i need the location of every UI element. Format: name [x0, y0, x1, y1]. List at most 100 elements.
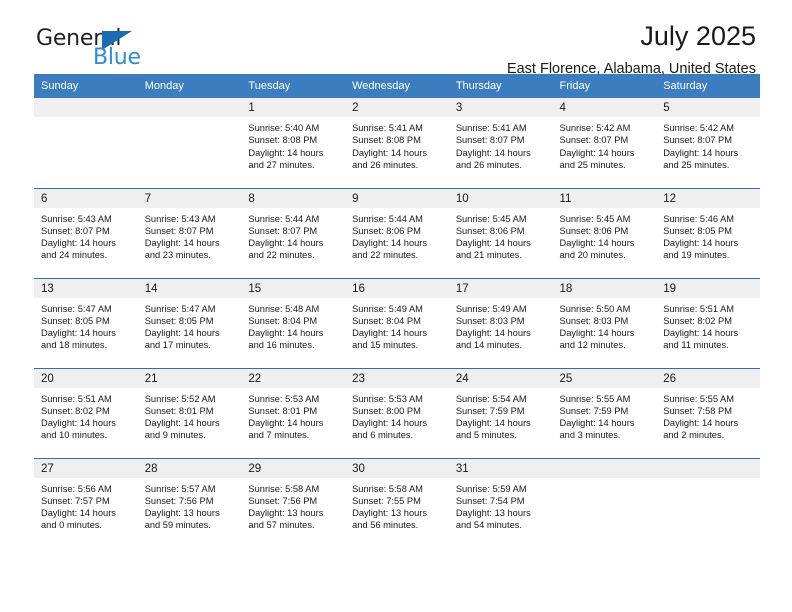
calendar-day-cell[interactable]: 15 Sunrise: 5:48 AM Sunset: 8:04 PM Dayligh… — [241, 277, 346, 368]
calendar-day-cell[interactable]: 6 Sunrise: 5:43 AM Sunset: 8:07 PM Daylight… — [34, 187, 138, 278]
daylight-line-2: and 10 minutes. — [41, 430, 108, 441]
daylight-line-1: Daylight: 14 hours — [559, 328, 635, 339]
calendar-day-cell[interactable]: 18 Sunrise: 5:50 AM Sunset: 8:03 PM Dayligh… — [552, 277, 657, 368]
sunrise-time: Sunrise: 5:43 AM — [144, 213, 216, 224]
sunrise-time: Sunrise: 5:49 AM — [352, 303, 423, 314]
day-number: 22 — [241, 368, 346, 388]
brand-logo[interactable]: General Blue — [36, 26, 236, 72]
calendar-day-cell[interactable]: 3 Sunrise: 5:41 AM Sunset: 8:07 PM Daylight… — [448, 98, 553, 188]
sunset-time: Sunset: 8:00 PM — [352, 405, 421, 416]
sunrise-time: Sunrise: 5:59 AM — [455, 483, 527, 494]
daylight-line-2: and 2 minutes. — [663, 430, 725, 441]
day-details: Sunrise: 5:46 AM Sunset: 8:05 PM Daylight:… — [656, 208, 760, 262]
day-number: 9 — [345, 188, 449, 208]
calendar-day-cell[interactable]: 24 Sunrise: 5:54 AM Sunset: 7:59 PM Dayligh… — [448, 367, 553, 458]
calendar-day-cell[interactable]: 26 Sunrise: 5:55 AM Sunset: 7:58 PM Dayligh… — [656, 367, 760, 458]
day-number: 21 — [137, 368, 242, 388]
sunrise-time: Sunrise: 5:51 AM — [41, 393, 112, 404]
weekday-header-tuesday: Tuesday — [241, 74, 346, 98]
sunrise-time: Sunrise: 5:46 AM — [663, 213, 735, 224]
daylight-line-1: Daylight: 14 hours — [41, 418, 116, 429]
sunrise-time: Sunrise: 5:57 AM — [144, 483, 216, 494]
daylight-line-1: Daylight: 14 hours — [663, 147, 739, 158]
calendar-day-cell[interactable]: 17 Sunrise: 5:49 AM Sunset: 8:03 PM Dayligh… — [448, 277, 553, 368]
sunrise-time: Sunrise: 5:50 AM — [559, 303, 631, 314]
daylight-line-1: Daylight: 14 hours — [41, 328, 116, 339]
calendar-day-cell[interactable]: 5 Sunrise: 5:42 AM Sunset: 8:07 PM Daylight… — [656, 98, 760, 188]
calendar-day-cell-empty — [552, 457, 657, 548]
sunset-time: Sunset: 8:03 PM — [559, 315, 629, 326]
calendar-day-cell[interactable]: 21 Sunrise: 5:52 AM Sunset: 8:01 PM Dayligh… — [137, 367, 242, 458]
day-number: 30 — [345, 458, 449, 478]
calendar-day-cell[interactable]: 23 Sunrise: 5:53 AM Sunset: 8:00 PM Dayligh… — [345, 367, 449, 458]
day-details: Sunrise: 5:45 AM Sunset: 8:06 PM Daylight:… — [449, 208, 553, 262]
daylight-line-2: and 3 minutes. — [559, 430, 621, 441]
sunset-time: Sunset: 7:57 PM — [41, 495, 110, 506]
calendar-day-cell[interactable]: 14 Sunrise: 5:47 AM Sunset: 8:05 PM Dayligh… — [137, 277, 242, 368]
daylight-line-2: and 19 minutes. — [663, 250, 730, 261]
calendar-day-cell[interactable]: 12 Sunrise: 5:46 AM Sunset: 8:05 PM Dayligh… — [656, 187, 760, 278]
calendar-day-cell[interactable]: 31 Sunrise: 5:59 AM Sunset: 7:54 PM Dayligh… — [448, 457, 553, 548]
calendar-day-cell[interactable]: 16 Sunrise: 5:49 AM Sunset: 8:04 PM Dayligh… — [345, 277, 449, 368]
calendar-day-cell[interactable]: 13 Sunrise: 5:47 AM Sunset: 8:05 PM Dayligh… — [34, 277, 138, 368]
daylight-line-1: Daylight: 14 hours — [455, 418, 531, 429]
weekday-header-monday: Monday — [137, 74, 242, 98]
day-details: Sunrise: 5:57 AM Sunset: 7:56 PM Daylight:… — [138, 478, 242, 532]
day-number: 18 — [552, 278, 657, 298]
day-details: Sunrise: 5:54 AM Sunset: 7:59 PM Daylight:… — [449, 388, 553, 442]
daylight-line-2: and 12 minutes. — [559, 340, 626, 351]
day-number: 16 — [345, 278, 449, 298]
daylight-line-2: and 11 minutes. — [663, 340, 729, 351]
sunrise-time: Sunrise: 5:44 AM — [248, 213, 320, 224]
calendar-day-cell[interactable]: 2 Sunrise: 5:41 AM Sunset: 8:08 PM Daylight… — [345, 98, 449, 188]
day-details: Sunrise: 5:43 AM Sunset: 8:07 PM Daylight:… — [138, 208, 242, 262]
daylight-line-2: and 26 minutes. — [455, 159, 522, 170]
day-number: 13 — [34, 278, 138, 298]
sunrise-time: Sunrise: 5:44 AM — [352, 213, 423, 224]
calendar-day-cell[interactable]: 1 Sunrise: 5:40 AM Sunset: 8:08 PM Daylight… — [241, 98, 346, 188]
calendar-day-cell[interactable]: 8 Sunrise: 5:44 AM Sunset: 8:07 PM Daylight… — [241, 187, 346, 278]
calendar-day-cell[interactable]: 10 Sunrise: 5:45 AM Sunset: 8:06 PM Dayligh… — [448, 187, 553, 278]
daylight-line-2: and 24 minutes. — [41, 250, 108, 261]
calendar-header-row: Sunday Monday Tuesday Wednesday Thursday Frid… — [34, 74, 760, 98]
daylight-line-2: and 0 minutes. — [41, 520, 102, 531]
daylight-line-1: Daylight: 14 hours — [41, 238, 116, 249]
daylight-line-2: and 20 minutes. — [559, 250, 626, 261]
calendar-day-cell-empty — [34, 98, 138, 188]
calendar-day-cell[interactable]: 7 Sunrise: 5:43 AM Sunset: 8:07 PM Daylight… — [137, 187, 242, 278]
brand-name-blue: Blue — [93, 45, 141, 70]
calendar-day-cell[interactable]: 25 Sunrise: 5:55 AM Sunset: 7:59 PM Dayligh… — [552, 367, 657, 458]
calendar-day-cell[interactable]: 11 Sunrise: 5:45 AM Sunset: 8:06 PM Dayligh… — [552, 187, 657, 278]
calendar-day-cell[interactable]: 9 Sunrise: 5:44 AM Sunset: 8:06 PM Daylight… — [345, 187, 449, 278]
daylight-line-1: Daylight: 14 hours — [455, 147, 531, 158]
calendar-day-cell[interactable]: 30 Sunrise: 5:58 AM Sunset: 7:55 PM Dayligh… — [345, 457, 449, 548]
day-number — [656, 458, 760, 478]
sunrise-time: Sunrise: 5:53 AM — [352, 393, 423, 404]
weekday-header-wednesday: Wednesday — [345, 74, 449, 98]
day-details: Sunrise: 5:44 AM Sunset: 8:07 PM Daylight:… — [241, 208, 345, 262]
daylight-line-2: and 5 minutes. — [455, 430, 517, 441]
sunrise-time: Sunrise: 5:52 AM — [144, 393, 216, 404]
day-number: 14 — [137, 278, 242, 298]
sunset-time: Sunset: 8:07 PM — [248, 225, 318, 236]
sunset-time: Sunset: 7:56 PM — [144, 495, 214, 506]
daylight-line-1: Daylight: 14 hours — [663, 418, 739, 429]
sunset-time: Sunset: 7:55 PM — [352, 495, 421, 506]
sunrise-time: Sunrise: 5:58 AM — [248, 483, 320, 494]
sunset-time: Sunset: 8:07 PM — [144, 225, 214, 236]
day-details: Sunrise: 5:40 AM Sunset: 8:08 PM Daylight:… — [241, 117, 345, 171]
calendar-day-cell-empty — [656, 457, 760, 548]
day-number: 11 — [552, 188, 657, 208]
calendar-day-cell[interactable]: 4 Sunrise: 5:42 AM Sunset: 8:07 PM Daylight… — [552, 98, 657, 188]
calendar-page: General Blue July 2025 East Florence, Al… — [0, 0, 792, 612]
calendar-day-cell[interactable]: 29 Sunrise: 5:58 AM Sunset: 7:56 PM Dayligh… — [241, 457, 346, 548]
calendar-day-cell[interactable]: 27 Sunrise: 5:56 AM Sunset: 7:57 PM Dayligh… — [34, 457, 138, 548]
day-number: 26 — [656, 368, 760, 388]
calendar-day-cell[interactable]: 28 Sunrise: 5:57 AM Sunset: 7:56 PM Dayligh… — [137, 457, 242, 548]
calendar-day-cell[interactable]: 20 Sunrise: 5:51 AM Sunset: 8:02 PM Dayligh… — [34, 367, 138, 458]
calendar-grid: Sunday Monday Tuesday Wednesday Thursday Frid… — [34, 74, 760, 548]
daylight-line-1: Daylight: 13 hours — [248, 508, 324, 519]
calendar-day-cell[interactable]: 22 Sunrise: 5:53 AM Sunset: 8:01 PM Dayligh… — [241, 367, 346, 458]
daylight-line-2: and 27 minutes. — [248, 159, 315, 170]
calendar-day-cell[interactable]: 19 Sunrise: 5:51 AM Sunset: 8:02 PM Dayligh… — [656, 277, 760, 368]
